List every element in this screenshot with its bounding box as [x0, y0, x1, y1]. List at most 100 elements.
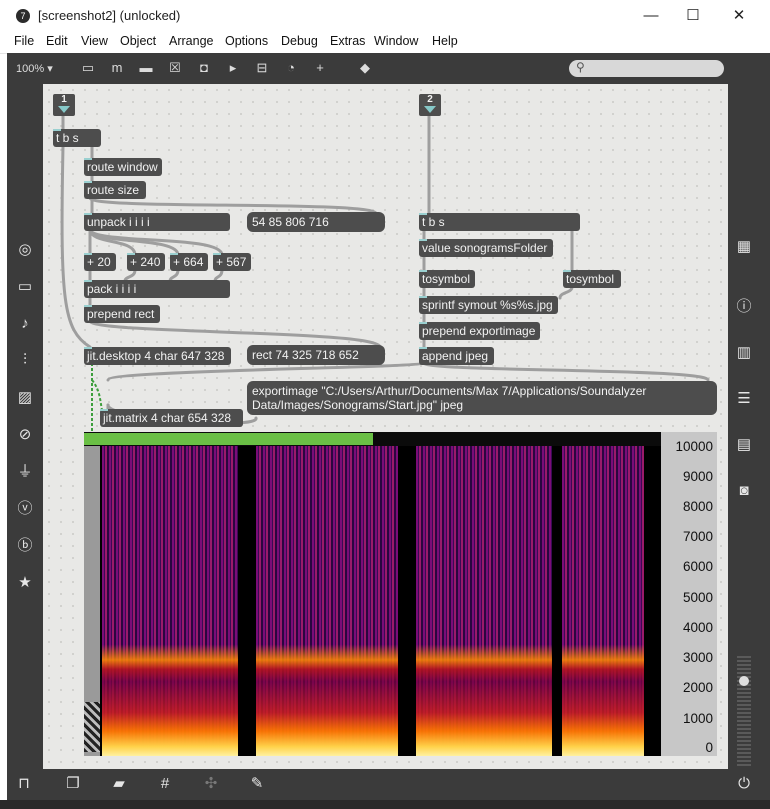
target-icon[interactable]: ◘: [196, 60, 212, 76]
object-tosymbol[interactable]: tosymbol: [419, 270, 475, 288]
grid-icon[interactable]: #: [154, 773, 176, 795]
maximize-button[interactable]: ☐: [670, 0, 716, 31]
object-prepend-exportimage[interactable]: prepend exportimage: [419, 322, 540, 340]
zoom-slider-track[interactable]: [737, 656, 751, 766]
inlet-number: 2: [427, 94, 433, 105]
spectrogram-segment: [102, 446, 238, 756]
inlet-2[interactable]: 2: [419, 94, 441, 116]
reference-icon[interactable]: ▤: [733, 434, 755, 456]
search-input[interactable]: ⚲: [569, 60, 724, 77]
music-note-icon[interactable]: ♪: [14, 313, 36, 335]
y-tick-label: 7000: [682, 529, 713, 544]
object-prepend-rect[interactable]: prepend rect: [84, 305, 160, 323]
paperclip-icon[interactable]: ⊘: [14, 424, 36, 446]
object-value-sonograms-folder[interactable]: value sonogramsFolder: [419, 239, 553, 257]
presentation-icon[interactable]: ▭: [80, 60, 96, 76]
y-tick-label: 2000: [682, 680, 713, 695]
y-tick-label: 6000: [682, 559, 713, 574]
jit-pwindow-spectrogram[interactable]: 10000 9000 8000 7000 6000 5000 4000 3000…: [84, 432, 717, 756]
spectrogram-segment: [256, 446, 398, 756]
keyboard-icon[interactable]: ▭: [14, 276, 36, 298]
menu-arrange[interactable]: Arrange: [169, 34, 213, 48]
object-route-window[interactable]: route window: [84, 158, 162, 176]
plug-icon[interactable]: ⏚: [14, 461, 36, 483]
inlet-1[interactable]: 1: [53, 94, 75, 116]
title-bar: 7 [screenshot2] (unlocked) — ☐ ✕: [0, 0, 770, 31]
menu-window[interactable]: Window: [374, 34, 418, 48]
menu-extras[interactable]: Extras: [330, 34, 365, 48]
object-tbs[interactable]: t b s: [53, 129, 101, 147]
presentation-icon[interactable]: ▰: [108, 773, 130, 795]
paint-bucket-icon[interactable]: ◆: [357, 60, 373, 76]
y-tick-label: 1000: [682, 711, 713, 726]
sequencer-icon[interactable]: ⫶: [14, 349, 36, 371]
object-add-567[interactable]: + 567: [213, 253, 251, 271]
book-icon[interactable]: ▥: [733, 342, 755, 364]
speech-icon[interactable]: ▬: [138, 60, 154, 76]
y-tick-label: 9000: [682, 469, 713, 484]
camera-icon[interactable]: ◙: [733, 480, 755, 502]
plus-icon[interactable]: +: [312, 60, 328, 76]
spectrogram-segment: [416, 446, 552, 756]
zoom-slider-knob[interactable]: [739, 676, 749, 686]
object-route-size[interactable]: route size: [84, 181, 146, 199]
patcher-toolbar: 100% ▾ ▭ m ▬ ☒ ◘ ▸ ⊟ ◔ + ◆ ⚲: [7, 53, 770, 84]
max-app-icon: 7: [16, 9, 30, 23]
zoom-dropdown[interactable]: 100% ▾: [16, 62, 53, 75]
y-tick-label: 10000: [675, 439, 713, 454]
menu-help[interactable]: Help: [432, 34, 458, 48]
star-icon[interactable]: ★: [14, 572, 36, 594]
desktop-strip: [0, 800, 770, 809]
power-icon[interactable]: ⏻: [733, 773, 755, 795]
info-icon[interactable]: ⓘ: [733, 296, 755, 318]
minimize-button[interactable]: —: [628, 0, 674, 31]
object-jit-matrix[interactable]: jit.matrix 4 char 654 328: [100, 409, 243, 427]
object-pack[interactable]: pack i i i i: [84, 280, 230, 298]
inlet-number: 1: [61, 94, 67, 105]
y-tick-label: 4000: [682, 620, 713, 635]
b-icon[interactable]: ⓑ: [14, 535, 36, 557]
hatch-strip: [84, 702, 100, 752]
y-tick-label: 5000: [682, 590, 713, 605]
menu-options[interactable]: Options: [225, 34, 268, 48]
comment-icon[interactable]: m: [109, 60, 125, 76]
play-icon[interactable]: ▸: [225, 60, 241, 76]
debug-icon[interactable]: ✣: [200, 773, 222, 795]
target-icon[interactable]: ◎: [14, 239, 36, 261]
menu-debug[interactable]: Debug: [281, 34, 318, 48]
menu-file[interactable]: File: [14, 34, 34, 48]
windows-icon[interactable]: ❐: [62, 773, 84, 795]
object-add-20[interactable]: + 20: [84, 253, 116, 271]
y-tick-label: 3000: [682, 650, 713, 665]
progress-fill: [84, 433, 373, 445]
message-numbers[interactable]: 54 85 806 716: [247, 212, 385, 232]
progress-bar: [84, 432, 661, 446]
menu-view[interactable]: View: [81, 34, 108, 48]
object-tosymbol-2[interactable]: tosymbol: [563, 270, 621, 288]
object-add-664[interactable]: + 664: [170, 253, 208, 271]
y-tick-label: 0: [705, 740, 713, 755]
dial-icon[interactable]: ◔: [283, 60, 299, 76]
message-rect[interactable]: rect 74 325 718 652: [247, 345, 385, 365]
lock-icon[interactable]: ⊓: [13, 773, 35, 795]
left-sidebar: ◎ ▭ ♪ ⫶ ▨ ⊘ ⏚ ⓥ ⓑ ★: [7, 84, 43, 769]
object-jit-desktop[interactable]: jit.desktop 4 char 647 328: [84, 347, 231, 365]
window-title: [screenshot2] (unlocked): [38, 8, 181, 23]
menu-bar: File Edit View Object Arrange Options De…: [0, 31, 770, 54]
minus-box-icon[interactable]: ⊟: [254, 60, 270, 76]
box-x-icon[interactable]: ☒: [167, 60, 183, 76]
v-icon[interactable]: ⓥ: [14, 498, 36, 520]
object-unpack[interactable]: unpack i i i i: [84, 213, 230, 231]
close-button[interactable]: ✕: [716, 0, 762, 31]
image-icon[interactable]: ▨: [14, 387, 36, 409]
wrench-icon[interactable]: ✎: [246, 773, 268, 795]
object-append-jpeg[interactable]: append jpeg: [419, 347, 494, 365]
grid-icon[interactable]: ▦: [733, 236, 755, 258]
message-exportimage[interactable]: exportimage "C:/Users/Arthur/Documents/M…: [247, 381, 717, 415]
list-icon[interactable]: ☰: [733, 388, 755, 410]
menu-edit[interactable]: Edit: [46, 34, 68, 48]
menu-object[interactable]: Object: [120, 34, 156, 48]
object-sprintf[interactable]: sprintf symout %s%s.jpg: [419, 296, 558, 314]
object-add-240[interactable]: + 240: [127, 253, 165, 271]
object-tbs-2[interactable]: t b s: [419, 213, 580, 231]
